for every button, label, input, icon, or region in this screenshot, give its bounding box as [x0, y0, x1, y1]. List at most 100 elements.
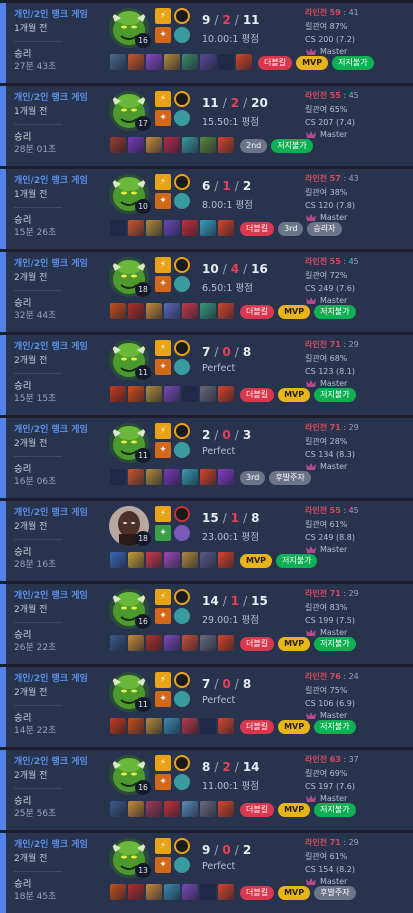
item-icon[interactable]: [218, 386, 234, 402]
summoner-spell-icon[interactable]: ⚡: [155, 506, 171, 522]
item-icon[interactable]: [182, 801, 198, 817]
match-card[interactable]: 개인/2인 랭크 게임 2개월 전 승리 14분 22초 11 ⚡ ✦ 7/0/8 Perfec…: [0, 667, 413, 747]
item-icon[interactable]: [110, 137, 126, 153]
item-icon[interactable]: [164, 469, 180, 485]
item-icon[interactable]: [182, 635, 198, 651]
summoner-spell-icon[interactable]: ✦: [155, 857, 171, 873]
item-icon[interactable]: [110, 552, 126, 568]
item-icon[interactable]: [146, 884, 162, 900]
match-card[interactable]: 개인/2인 랭크 게임 2개월 전 승리 28분 16초 18 ⚡ ✦ 15/1/8 23.00…: [0, 501, 413, 581]
item-icon[interactable]: [218, 303, 234, 319]
primary-rune-icon[interactable]: [174, 589, 190, 605]
summoner-spell-icon[interactable]: ⚡: [155, 257, 171, 273]
item-icon[interactable]: [164, 718, 180, 734]
summoner-spell-icon[interactable]: ⚡: [155, 174, 171, 190]
summoner-spell-icon[interactable]: ⚡: [155, 672, 171, 688]
item-icon[interactable]: [182, 303, 198, 319]
item-icon[interactable]: [218, 220, 234, 236]
secondary-rune-icon[interactable]: [174, 27, 190, 43]
item-icon[interactable]: [182, 220, 198, 236]
primary-rune-icon[interactable]: [174, 91, 190, 107]
item-icon[interactable]: [128, 884, 144, 900]
match-card[interactable]: 개인/2인 랭크 게임 1개월 전 승리 28분 01초 17 ⚡ ✦ 11/2/20 15.5…: [0, 86, 413, 166]
secondary-rune-icon[interactable]: [174, 774, 190, 790]
item-icon[interactable]: [200, 469, 216, 485]
summoner-spell-icon[interactable]: ✦: [155, 276, 171, 292]
summoner-spell-icon[interactable]: ✦: [155, 193, 171, 209]
item-icon[interactable]: [182, 884, 198, 900]
item-icon[interactable]: [146, 552, 162, 568]
item-icon[interactable]: [146, 137, 162, 153]
summoner-spell-icon[interactable]: ⚡: [155, 838, 171, 854]
item-icon[interactable]: [110, 718, 126, 734]
summoner-spell-icon[interactable]: ✦: [155, 525, 171, 541]
summoner-spell-icon[interactable]: ⚡: [155, 423, 171, 439]
summoner-spell-icon[interactable]: ✦: [155, 608, 171, 624]
item-icon[interactable]: [200, 635, 216, 651]
match-card[interactable]: 개인/2인 랭크 게임 2개월 전 승리 15분 15초 11 ⚡ ✦ 7/0/8 Perfec…: [0, 335, 413, 415]
summoner-spell-icon[interactable]: ⚡: [155, 340, 171, 356]
item-icon[interactable]: [164, 220, 180, 236]
item-icon[interactable]: [146, 635, 162, 651]
item-icon[interactable]: [146, 386, 162, 402]
secondary-rune-icon[interactable]: [174, 691, 190, 707]
item-icon[interactable]: [146, 54, 162, 70]
match-card[interactable]: 개인/2인 랭크 게임 2개월 전 승리 32분 44초 18 ⚡ ✦ 10/4/16 6.50…: [0, 252, 413, 332]
item-icon[interactable]: [146, 303, 162, 319]
item-icon[interactable]: [164, 552, 180, 568]
primary-rune-icon[interactable]: [174, 755, 190, 771]
item-icon[interactable]: [128, 386, 144, 402]
summoner-spell-icon[interactable]: ⚡: [155, 91, 171, 107]
summoner-spell-icon[interactable]: ⚡: [155, 8, 171, 24]
item-icon[interactable]: [200, 54, 216, 70]
item-icon[interactable]: [128, 552, 144, 568]
item-icon[interactable]: [236, 54, 252, 70]
primary-rune-icon[interactable]: [174, 257, 190, 273]
item-icon[interactable]: [164, 801, 180, 817]
secondary-rune-icon[interactable]: [174, 608, 190, 624]
item-icon[interactable]: [218, 635, 234, 651]
item-icon[interactable]: [200, 303, 216, 319]
item-icon[interactable]: [110, 801, 126, 817]
item-icon[interactable]: [128, 635, 144, 651]
summoner-spell-icon[interactable]: ⚡: [155, 755, 171, 771]
secondary-rune-icon[interactable]: [174, 193, 190, 209]
secondary-rune-icon[interactable]: [174, 525, 190, 541]
primary-rune-icon[interactable]: [174, 506, 190, 522]
item-icon[interactable]: [164, 137, 180, 153]
match-card[interactable]: 개인/2인 랭크 게임 2개월 전 승리 26분 22초 16 ⚡ ✦ 14/1/15 29.0…: [0, 584, 413, 664]
item-icon[interactable]: [218, 801, 234, 817]
item-icon[interactable]: [146, 220, 162, 236]
summoner-spell-icon[interactable]: ✦: [155, 110, 171, 126]
item-icon[interactable]: [110, 386, 126, 402]
item-icon[interactable]: [128, 801, 144, 817]
item-icon[interactable]: [218, 469, 234, 485]
match-card[interactable]: 개인/2인 랭크 게임 2개월 전 승리 16분 06초 11 ⚡ ✦ 2/0/3 Perfec…: [0, 418, 413, 498]
item-icon[interactable]: [182, 54, 198, 70]
secondary-rune-icon[interactable]: [174, 359, 190, 375]
match-card[interactable]: 개인/2인 랭크 게임 1개월 전 승리 15분 26초 10 ⚡ ✦ 6/1/2 8.00:1…: [0, 169, 413, 249]
item-icon[interactable]: [182, 469, 198, 485]
item-icon[interactable]: [218, 552, 234, 568]
item-icon[interactable]: [146, 469, 162, 485]
item-icon[interactable]: [200, 552, 216, 568]
primary-rune-icon[interactable]: [174, 423, 190, 439]
primary-rune-icon[interactable]: [174, 8, 190, 24]
primary-rune-icon[interactable]: [174, 174, 190, 190]
secondary-rune-icon[interactable]: [174, 276, 190, 292]
item-icon[interactable]: [110, 303, 126, 319]
summoner-spell-icon[interactable]: ✦: [155, 27, 171, 43]
item-icon[interactable]: [146, 718, 162, 734]
item-icon[interactable]: [200, 137, 216, 153]
match-card[interactable]: 개인/2인 랭크 게임 1개월 전 승리 27분 43초 16 ⚡ ✦ 9/2/11 10.00…: [0, 3, 413, 83]
item-icon[interactable]: [110, 635, 126, 651]
item-icon[interactable]: [128, 137, 144, 153]
item-icon[interactable]: [164, 386, 180, 402]
item-icon[interactable]: [218, 884, 234, 900]
summoner-spell-icon[interactable]: ✦: [155, 442, 171, 458]
item-icon[interactable]: [128, 469, 144, 485]
item-icon[interactable]: [182, 137, 198, 153]
summoner-spell-icon[interactable]: ✦: [155, 691, 171, 707]
primary-rune-icon[interactable]: [174, 672, 190, 688]
summoner-spell-icon[interactable]: ⚡: [155, 589, 171, 605]
